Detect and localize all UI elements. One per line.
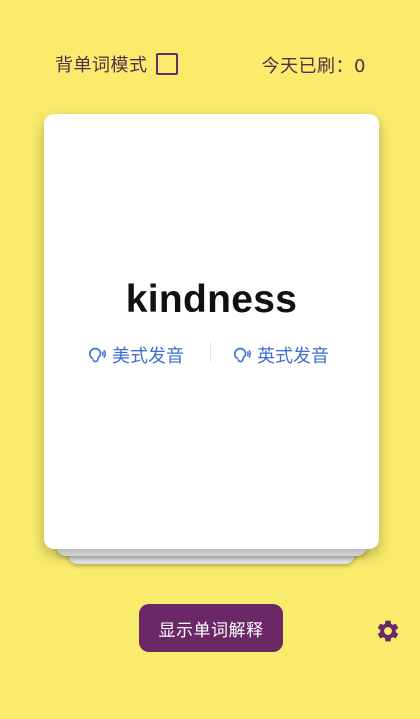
us-pronunciation-button[interactable]: 美式发音 xyxy=(88,342,184,368)
uk-pronunciation-button[interactable]: 英式发音 xyxy=(233,342,329,368)
speaker-icon xyxy=(88,347,106,363)
pronunciation-divider xyxy=(210,342,211,362)
gear-icon[interactable] xyxy=(375,618,401,644)
word-card[interactable]: kindness 美式发音 英式发音 xyxy=(44,114,379,549)
word-mode-toggle[interactable]: 背单词模式 xyxy=(55,51,178,77)
us-pronunciation-label: 美式发音 xyxy=(112,346,184,367)
word-card-stack: kindness 美式发音 英式发音 xyxy=(44,114,379,564)
top-bar: 背单词模式 今天已刷：0 xyxy=(0,46,420,80)
today-count: 今天已刷：0 xyxy=(261,56,366,77)
word-text: kindness xyxy=(125,278,298,321)
show-definition-button[interactable]: 显示单词解释 xyxy=(139,604,283,652)
word-mode-label: 背单词模式 xyxy=(55,55,148,76)
pronunciation-row: 美式发音 英式发音 xyxy=(44,339,379,369)
uk-pronunciation-label: 英式发音 xyxy=(257,346,329,367)
word-mode-checkbox[interactable] xyxy=(155,53,178,75)
speaker-icon xyxy=(233,347,251,363)
